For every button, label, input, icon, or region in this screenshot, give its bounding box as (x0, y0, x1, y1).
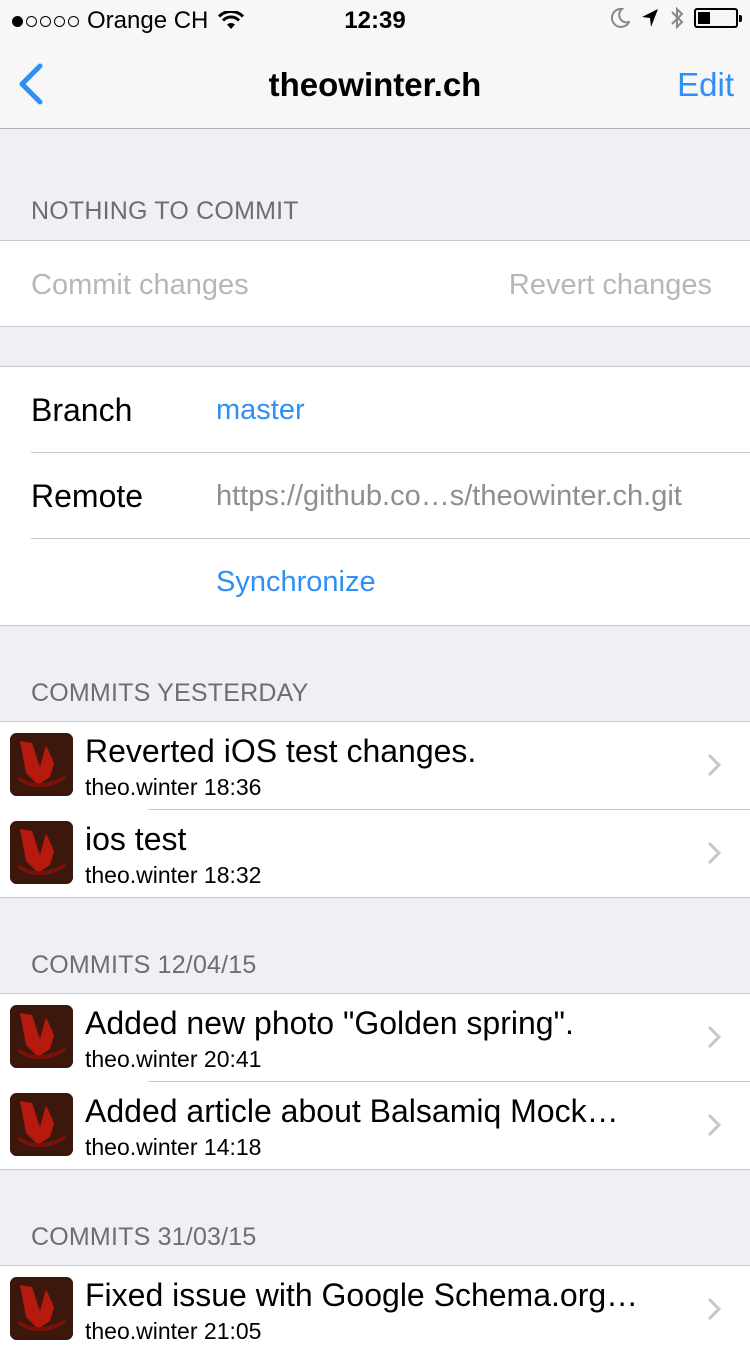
chevron-right-icon (707, 1113, 722, 1137)
commit-author-time: theo.winter 21:05 (85, 1318, 262, 1344)
commit-author-time: theo.winter 18:36 (85, 774, 262, 800)
section-header-commits: COMMITS 12/04/15 (31, 951, 257, 979)
commit-group: Added new photo "Golden spring". theo.wi… (0, 993, 750, 1170)
commit-author-time: theo.winter 14:18 (85, 1134, 262, 1160)
chevron-right-icon (707, 841, 722, 865)
remote-url: https://github.co…s/theowinter.ch.git (216, 480, 682, 512)
commit-author-time: theo.winter 18:32 (85, 862, 262, 888)
commit-row[interactable]: ios test theo.winter 18:32 (0, 810, 750, 898)
section-header-commits: COMMITS 31/03/15 (31, 1223, 257, 1251)
branch-row[interactable]: Branch master (0, 367, 750, 453)
commit-author-time: theo.winter 20:41 (85, 1046, 262, 1072)
page-title: theowinter.ch (268, 66, 482, 103)
branch-value[interactable]: master (216, 394, 305, 427)
chevron-right-icon (707, 1025, 722, 1049)
section-header-working-copy: NOTHING TO COMMIT (31, 197, 299, 225)
commit-actions-group: Commit changes Revert changes (0, 240, 750, 327)
location-arrow-icon (642, 9, 658, 27)
revert-changes-button[interactable]: Revert changes (509, 269, 712, 302)
remote-row[interactable]: Remote https://github.co…s/theowinter.ch… (0, 453, 750, 539)
commit-group: Reverted iOS test changes. theo.winter 1… (0, 721, 750, 898)
bluetooth-icon (671, 6, 684, 30)
avatar (10, 733, 73, 796)
avatar (10, 821, 73, 884)
synchronize-row[interactable]: Synchronize (0, 539, 750, 625)
chevron-right-icon (707, 1297, 722, 1321)
chevron-right-icon (707, 753, 722, 777)
commit-row[interactable]: Added article about Balsamiq Mock… theo.… (0, 1082, 750, 1170)
top-bar: Orange CH 12:39 theowinter.ch Edit (0, 0, 750, 129)
navigation-bar: theowinter.ch Edit (0, 40, 750, 128)
status-indicators (610, 6, 742, 30)
commit-row[interactable]: Added new photo "Golden spring". theo.wi… (0, 994, 750, 1082)
moon-icon (610, 7, 630, 28)
repository-info-group: Branch master Remote https://github.co…s… (0, 366, 750, 626)
branch-label: Branch (31, 392, 133, 428)
commit-row[interactable]: Reverted iOS test changes. theo.winter 1… (0, 722, 750, 810)
commit-message: ios test (85, 821, 187, 857)
status-bar: Orange CH 12:39 (0, 0, 750, 40)
commit-message: Added article about Balsamiq Mock… (85, 1093, 619, 1129)
commit-message: Fixed issue with Google Schema.org… (85, 1277, 639, 1313)
battery-icon (694, 8, 742, 28)
commit-changes-button[interactable]: Commit changes (31, 269, 249, 302)
synchronize-button[interactable]: Synchronize (216, 566, 376, 599)
avatar (10, 1277, 73, 1340)
commit-row[interactable]: Fixed issue with Google Schema.org… theo… (0, 1266, 750, 1354)
commit-group: Fixed issue with Google Schema.org… theo… (0, 1265, 750, 1366)
section-header-commits: COMMITS YESTERDAY (31, 679, 309, 707)
avatar (10, 1093, 73, 1156)
avatar (10, 1005, 73, 1068)
remote-label: Remote (31, 478, 144, 514)
commit-message: Added new photo "Golden spring". (85, 1005, 574, 1041)
commit-message: Reverted iOS test changes. (85, 733, 477, 769)
edit-button[interactable]: Edit (677, 66, 734, 104)
